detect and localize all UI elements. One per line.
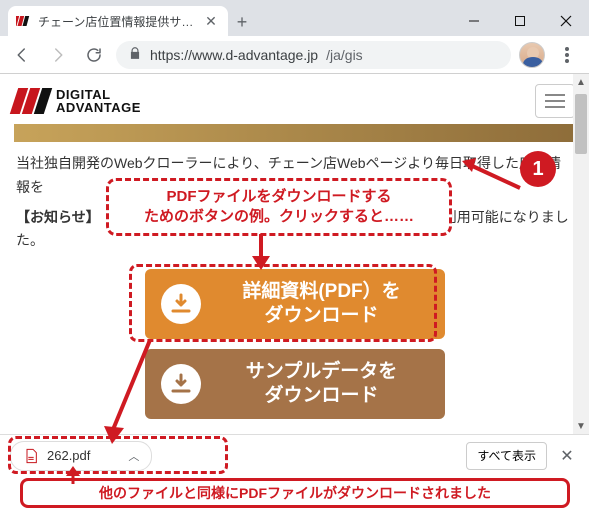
download-icon — [161, 284, 201, 324]
new-tab-button[interactable]: + — [228, 8, 256, 36]
btn1-line1: 詳細資料(PDF）を — [242, 281, 400, 302]
btn2-line2: ダウンロード — [264, 385, 378, 406]
annotation-arrow-1 — [460, 158, 530, 198]
profile-avatar[interactable] — [519, 42, 545, 68]
download-icon — [161, 364, 201, 404]
window-maximize-button[interactable] — [497, 6, 543, 36]
chevron-up-icon[interactable]: ︿ — [128, 448, 139, 464]
btn1-line2: ダウンロード — [264, 305, 378, 326]
tab-title: チェーン店位置情報提供サービス（G — [38, 13, 198, 30]
scrollbar-thumb[interactable] — [575, 94, 587, 154]
annotation-callout-2: 他のファイルと同様にPDFファイルがダウンロードされました — [20, 478, 570, 508]
pdf-file-icon — [23, 448, 39, 464]
annotation-arrow-3 — [100, 336, 160, 446]
annotation-arrow-2 — [246, 232, 276, 272]
url-host: https://www.d-advantage.jp — [150, 47, 318, 63]
lock-icon — [128, 46, 142, 63]
hero-image — [14, 124, 575, 142]
back-button[interactable] — [8, 41, 36, 69]
scroll-down-icon[interactable]: ▼ — [573, 418, 589, 434]
close-download-shelf-button[interactable]: ✕ — [555, 444, 579, 468]
forward-button[interactable] — [44, 41, 72, 69]
url-path: /ja/gis — [326, 47, 363, 63]
reload-button[interactable] — [80, 41, 108, 69]
favicon-icon — [16, 13, 32, 29]
site-menu-button[interactable] — [535, 84, 575, 118]
show-all-downloads-button[interactable]: すべて表示 — [466, 442, 547, 470]
download-pdf-button[interactable]: 詳細資料(PDF）をダウンロード — [145, 269, 445, 339]
window-minimize-button[interactable] — [451, 6, 497, 36]
window-close-button[interactable] — [543, 6, 589, 36]
scrollbar[interactable]: ▲ ▼ — [573, 74, 589, 434]
download-sample-button[interactable]: サンプルデータをダウンロード — [145, 349, 445, 419]
logo-text-line2: ADVANTAGE — [56, 101, 141, 114]
notice-tail: 利用可能になりました。 — [16, 209, 569, 249]
tab-close-icon[interactable]: ✕ — [204, 14, 218, 28]
browser-menu-button[interactable] — [553, 41, 581, 69]
btn2-line1: サンプルデータを — [246, 361, 397, 382]
address-bar[interactable]: https://www.d-advantage.jp/ja/gis — [116, 41, 511, 69]
browser-tab[interactable]: チェーン店位置情報提供サービス（G ✕ — [8, 6, 228, 36]
show-all-label: すべて表示 — [477, 447, 536, 464]
download-filename: 262.pdf — [47, 448, 90, 463]
annotation-arrow-4 — [58, 466, 88, 486]
scroll-up-icon[interactable]: ▲ — [573, 74, 589, 90]
notice-label: 【お知らせ】 — [16, 209, 93, 225]
site-logo[interactable]: DIGITALADVANTAGE — [14, 88, 141, 114]
logo-bars-icon — [14, 88, 48, 114]
